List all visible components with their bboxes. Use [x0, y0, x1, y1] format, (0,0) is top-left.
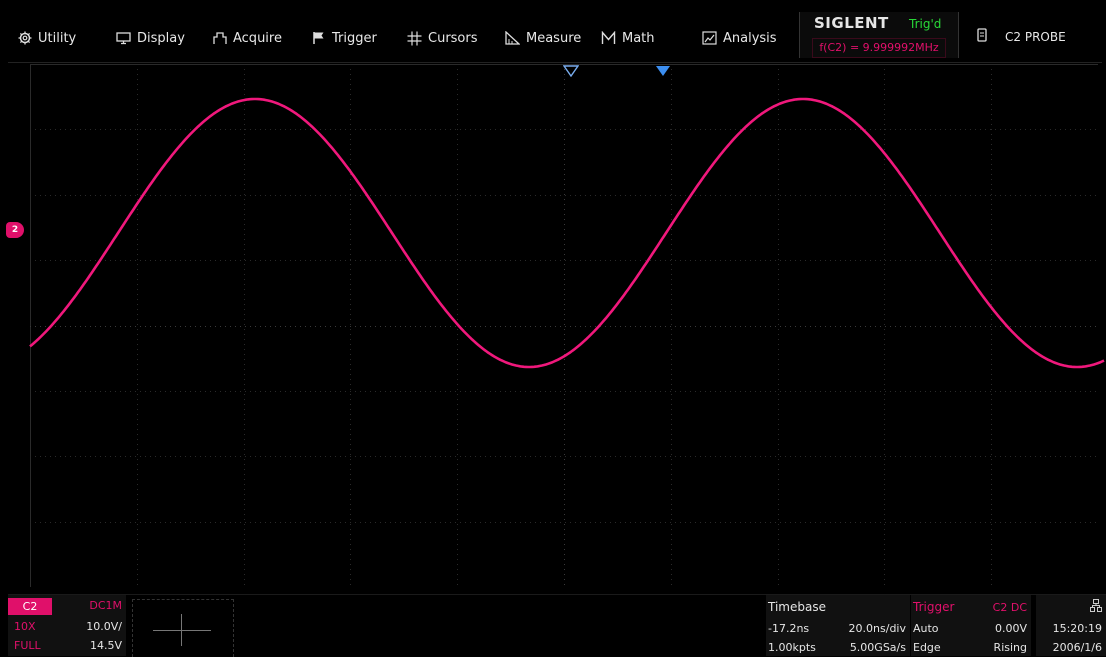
math-icon	[601, 31, 616, 44]
trigger-slope: Rising	[993, 641, 1027, 654]
channel-bandwidth: FULL	[14, 639, 41, 652]
clock-panel[interactable]: 15:20:19 2006/1/6	[1036, 595, 1106, 656]
brand-logo: SIGLENT	[814, 14, 889, 32]
channel-vertical-scale: 10.0V/	[86, 620, 122, 633]
timebase-panel[interactable]: Timebase -17.2ns 20.0ns/div 1.00kpts 5.0…	[766, 595, 910, 656]
channel-offset: 14.5V	[89, 639, 122, 652]
probe-icon	[977, 28, 987, 42]
monitor-icon	[116, 32, 131, 45]
menu-cursors[interactable]: Cursors	[407, 27, 478, 49]
menu-analysis-label: Analysis	[723, 30, 777, 46]
flag-icon	[313, 32, 324, 44]
top-menu-bar: Utility Display Acquire Trigger Cursors …	[8, 12, 1102, 63]
trigger-delay-marker[interactable]	[655, 65, 671, 77]
trigger-source: C2 DC	[992, 601, 1027, 614]
memory-depth: 1.00kpts	[768, 641, 816, 654]
network-icon	[1090, 599, 1102, 612]
menu-cursors-label: Cursors	[428, 30, 478, 46]
trigger-level: 0.00V	[994, 622, 1027, 635]
menu-display-label: Display	[137, 30, 185, 46]
channel-info-panel[interactable]: C2 DC1M 10X 10.0V/ FULL 14.5V	[8, 595, 126, 656]
analysis-icon	[702, 31, 717, 45]
menu-math-label: Math	[622, 30, 655, 46]
trigger-mode: Auto	[913, 622, 939, 635]
menu-acquire-label: Acquire	[233, 30, 282, 46]
clock-date: 2006/1/6	[1052, 641, 1102, 654]
menu-math[interactable]: Math	[601, 27, 655, 49]
menu-display[interactable]: Display	[116, 27, 185, 49]
timebase-scale: 20.0ns/div	[848, 622, 906, 635]
channel-coupling: DC1M	[89, 599, 122, 612]
clock-time: 15:20:19	[1052, 622, 1102, 635]
plus-icon-vertical	[181, 614, 182, 646]
add-channel-button[interactable]	[132, 599, 234, 657]
trigger-title: Trigger	[913, 600, 955, 614]
probe-button[interactable]: C2 PROBE	[1005, 30, 1066, 44]
gear-icon	[18, 31, 32, 45]
cursors-icon	[407, 31, 422, 45]
ruler-icon	[505, 31, 520, 45]
timebase-title: Timebase	[768, 600, 826, 614]
bottom-info-bar: C2 DC1M 10X 10.0V/ FULL 14.5V Timebase -…	[8, 594, 1106, 657]
trigger-status: Trig'd	[909, 17, 942, 31]
timebase-delay: -17.2ns	[768, 622, 810, 635]
menu-utility[interactable]: Utility	[18, 27, 76, 49]
menu-measure-label: Measure	[526, 30, 582, 46]
trigger-panel[interactable]: Trigger C2 DC Auto 0.00V Edge Rising	[911, 595, 1031, 656]
trigger-position-marker[interactable]	[563, 65, 579, 77]
waveform-area[interactable]	[10, 64, 1106, 591]
acquisition-status[interactable]: SIGLENT Trig'd f(C2) = 9.999992MHz	[799, 12, 959, 58]
trigger-type: Edge	[913, 641, 941, 654]
sample-rate: 5.00GSa/s	[849, 641, 906, 654]
graticule	[30, 64, 1098, 587]
menu-analysis[interactable]: Analysis	[702, 27, 777, 49]
frequency-counter: f(C2) = 9.999992MHz	[812, 38, 946, 58]
channel-offset-marker[interactable]: 2	[6, 222, 24, 238]
menu-trigger[interactable]: Trigger	[312, 27, 377, 49]
plus-icon	[153, 630, 211, 631]
channel-probe-ratio: 10X	[14, 620, 36, 633]
acquire-icon	[213, 32, 227, 44]
menu-utility-label: Utility	[38, 30, 77, 46]
menu-measure[interactable]: Measure	[505, 27, 581, 49]
menu-trigger-label: Trigger	[332, 30, 377, 46]
channel-name: C2	[8, 598, 52, 615]
menu-acquire[interactable]: Acquire	[213, 27, 282, 49]
